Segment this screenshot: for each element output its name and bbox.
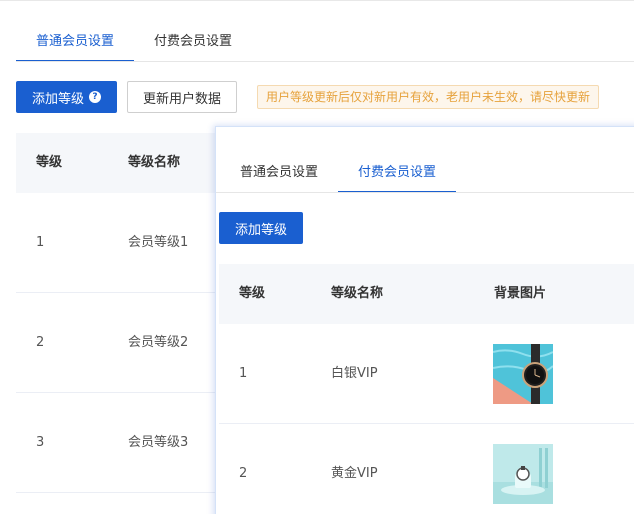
table-row: 1 白银VIP bbox=[219, 324, 634, 424]
column-header-background-image: 背景图片 bbox=[494, 286, 547, 301]
overlay-tab-paid-member[interactable]: 付费会员设置 bbox=[338, 153, 457, 193]
top-divider bbox=[0, 0, 634, 1]
tab-paid-member[interactable]: 付费会员设置 bbox=[134, 22, 252, 62]
overlay-add-level-button[interactable]: 添加等级 bbox=[219, 212, 303, 244]
question-icon[interactable]: ? bbox=[89, 91, 101, 103]
overlay-tabs-divider bbox=[216, 192, 634, 193]
cell-level-name: 会员等级1 bbox=[128, 235, 189, 250]
update-notice: 用户等级更新后仅对新用户有效，老用户未生效，请尽快更新 bbox=[257, 85, 600, 109]
watch-on-pool-image bbox=[493, 344, 553, 404]
cell-level: 2 bbox=[239, 466, 248, 481]
column-header-level-name: 等级名称 bbox=[331, 286, 384, 301]
cell-level: 1 bbox=[239, 366, 248, 381]
add-level-label: 添加等级 bbox=[31, 91, 84, 107]
cell-level-name: 会员等级3 bbox=[128, 435, 189, 450]
overlay-tab-regular-member[interactable]: 普通会员设置 bbox=[220, 153, 338, 193]
cell-level-name: 黄金VIP bbox=[331, 466, 378, 481]
column-header-level: 等级 bbox=[239, 286, 266, 301]
add-level-button[interactable]: 添加等级 ? bbox=[16, 81, 117, 113]
cell-level: 2 bbox=[36, 335, 45, 350]
watch-on-stand-image bbox=[493, 444, 553, 504]
overlay-tabs: 普通会员设置 付费会员设置 bbox=[220, 153, 457, 193]
cell-level: 3 bbox=[36, 435, 45, 450]
member-tabs: 普通会员设置 付费会员设置 bbox=[16, 22, 252, 62]
cell-level: 1 bbox=[36, 235, 45, 250]
overlay-table-header: 等级 等级名称 背景图片 bbox=[219, 264, 634, 324]
column-header-level-name: 等级名称 bbox=[128, 155, 181, 170]
tab-regular-member[interactable]: 普通会员设置 bbox=[16, 22, 135, 62]
refresh-user-data-button[interactable]: 更新用户数据 bbox=[127, 81, 237, 113]
table-row: 2 黄金VIP bbox=[219, 424, 634, 514]
tabs-divider bbox=[16, 61, 634, 62]
cell-level-name: 会员等级2 bbox=[128, 335, 189, 350]
column-header-level: 等级 bbox=[36, 155, 63, 170]
cell-level-name: 白银VIP bbox=[331, 366, 378, 381]
paid-member-panel: 普通会员设置 付费会员设置 添加等级 等级 等级名称 背景图片 1 白银VIP bbox=[215, 126, 634, 514]
